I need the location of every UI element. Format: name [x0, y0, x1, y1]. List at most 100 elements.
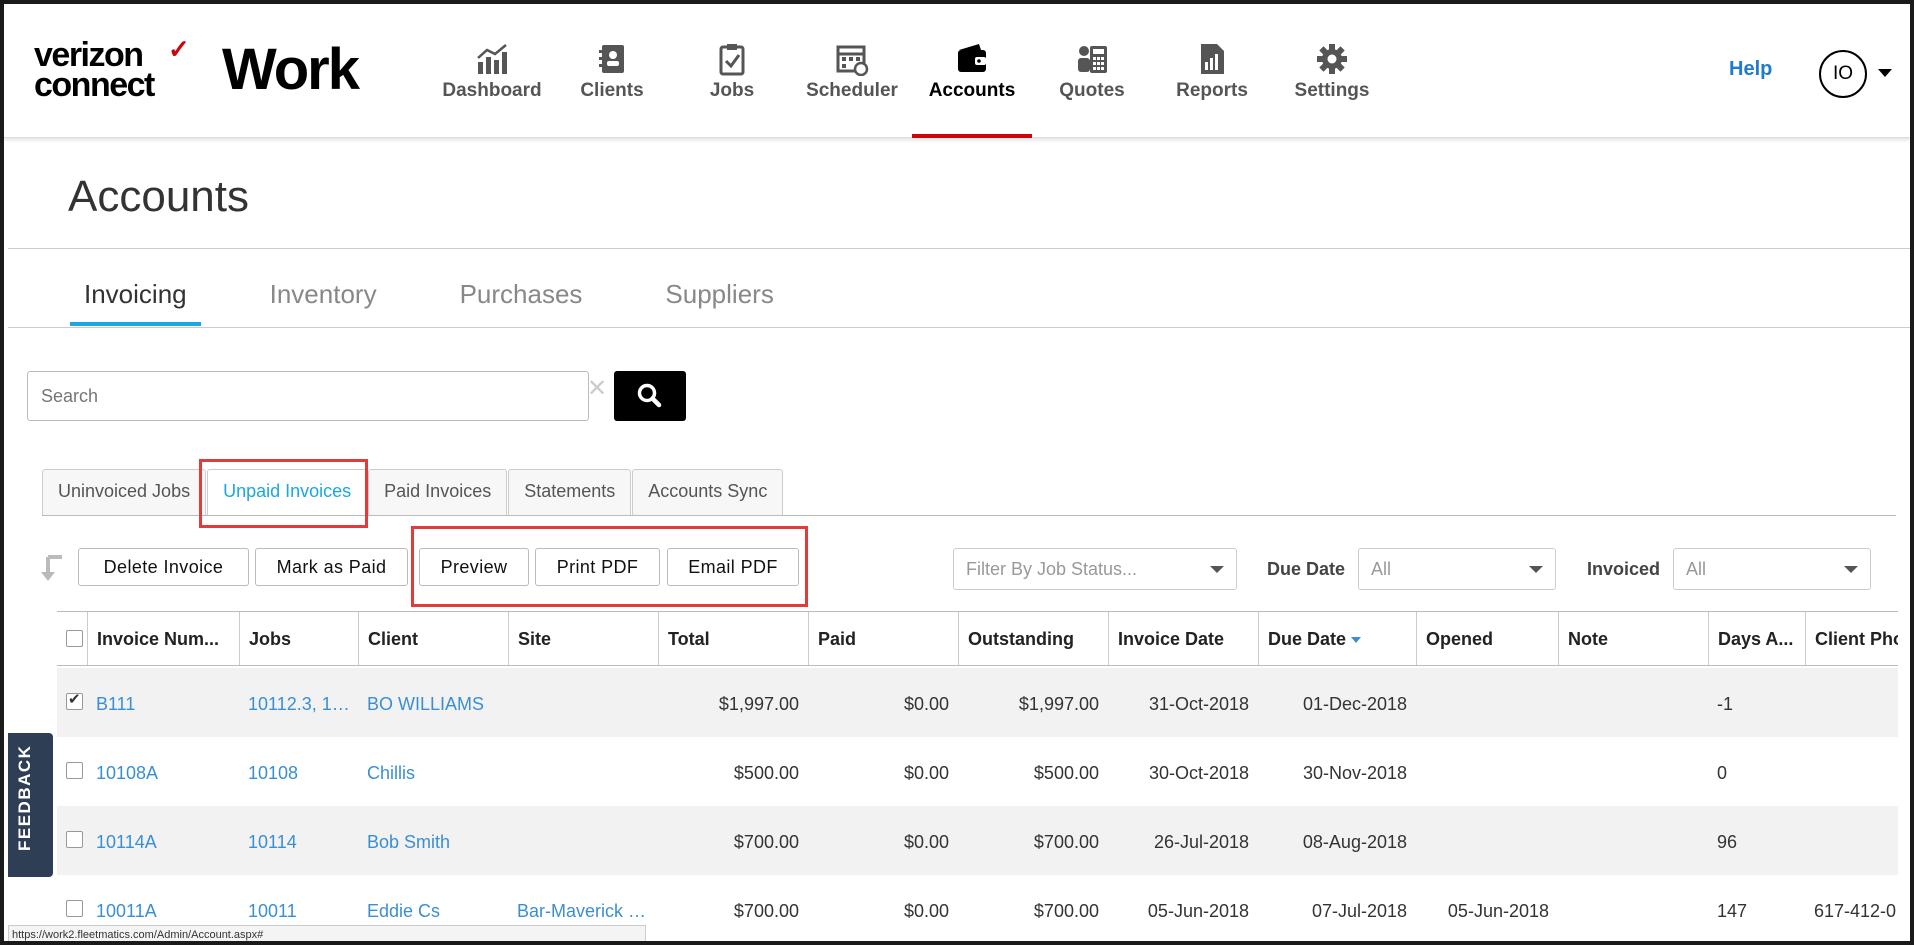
- preview-button[interactable]: Preview: [419, 548, 529, 586]
- invoice-date-cell: 31-Oct-2018: [1148, 694, 1249, 714]
- opened-cell: [1416, 668, 1558, 737]
- tab-paid-invoices[interactable]: Paid Invoices: [368, 469, 508, 515]
- feedback-tab[interactable]: FEEDBACK: [8, 733, 53, 877]
- col-invoice-date[interactable]: Invoice Date: [1108, 612, 1258, 665]
- search-input[interactable]: [27, 371, 589, 421]
- tab-accounts-sync[interactable]: Accounts Sync: [632, 469, 784, 515]
- top-navigation-bar: verizon connect ✓ Work Dashboard Clients: [4, 4, 1910, 138]
- due-date-filter-label: Due Date: [1267, 559, 1346, 579]
- nav-dashboard[interactable]: Dashboard: [432, 4, 552, 138]
- paid-cell: $0.00: [903, 832, 949, 852]
- search-button[interactable]: [614, 371, 686, 421]
- delete-invoice-button[interactable]: Delete Invoice: [78, 548, 249, 586]
- email-pdf-button[interactable]: Email PDF: [667, 548, 799, 586]
- scheduler-icon: [836, 45, 869, 76]
- invoiced-filter[interactable]: All: [1673, 548, 1871, 590]
- nav-quotes[interactable]: Quotes: [1032, 4, 1152, 138]
- table-row[interactable]: B111 10112.3, 1… BO WILLIAMS $1,997.00 $…: [57, 668, 1898, 737]
- due-date-cell: 08-Aug-2018: [1302, 832, 1407, 852]
- chevron-down-icon: [1844, 566, 1858, 573]
- client-phone-cell: [1805, 668, 1898, 737]
- subtab-invoicing[interactable]: Invoicing: [70, 276, 201, 326]
- opened-cell: [1416, 737, 1558, 806]
- row-checkbox[interactable]: [66, 900, 83, 917]
- table-row[interactable]: 10114A 10114 Bob Smith $700.00 $0.00 $70…: [57, 806, 1898, 875]
- total-cell: $500.00: [733, 763, 799, 783]
- reports-icon: [1201, 44, 1224, 74]
- nav-jobs[interactable]: Jobs: [672, 4, 792, 138]
- col-due-date[interactable]: Due Date: [1258, 612, 1416, 665]
- col-jobs[interactable]: Jobs: [239, 612, 359, 665]
- col-site[interactable]: Site: [508, 612, 658, 665]
- col-client[interactable]: Client: [358, 612, 508, 665]
- jobs-link[interactable]: 10114: [239, 806, 359, 875]
- col-client-phone[interactable]: Client Pho: [1805, 612, 1898, 665]
- opened-cell: 05-Jun-2018: [1447, 901, 1549, 921]
- dashboard-icon: [477, 44, 507, 74]
- due-date-filter[interactable]: All: [1358, 548, 1556, 590]
- table-row[interactable]: 10108A 10108 Chillis $500.00 $0.00 $500.…: [57, 737, 1898, 806]
- print-pdf-button[interactable]: Print PDF: [535, 548, 660, 586]
- invoice-date-cell: 05-Jun-2018: [1147, 901, 1249, 921]
- col-opened[interactable]: Opened: [1416, 612, 1558, 665]
- wallet-icon: [958, 44, 986, 72]
- nav-accounts[interactable]: Accounts: [912, 4, 1032, 138]
- jobs-icon: [719, 44, 745, 76]
- nav-scheduler[interactable]: Scheduler: [792, 4, 912, 138]
- site-link[interactable]: [508, 806, 658, 875]
- col-paid[interactable]: Paid: [808, 612, 958, 665]
- opened-cell: [1416, 806, 1558, 875]
- col-note[interactable]: Note: [1558, 612, 1708, 665]
- invoice-number-link[interactable]: B111: [87, 668, 237, 737]
- col-outstanding[interactable]: Outstanding: [958, 612, 1108, 665]
- row-checkbox[interactable]: [66, 831, 83, 848]
- highlight-unpaid-invoices: [199, 459, 368, 528]
- verizon-connect-logo[interactable]: verizon connect ✓: [34, 34, 190, 102]
- row-checkbox[interactable]: [66, 762, 83, 779]
- jobs-link[interactable]: 10112.3, 1…: [239, 668, 359, 737]
- subtab-suppliers[interactable]: Suppliers: [651, 276, 787, 326]
- client-link[interactable]: Chillis: [358, 737, 508, 806]
- invoice-number-link[interactable]: 10114A: [87, 806, 237, 875]
- invoice-number-link[interactable]: 10108A: [87, 737, 237, 806]
- help-link[interactable]: Help: [1729, 58, 1772, 81]
- due-date-cell: 30-Nov-2018: [1302, 763, 1407, 783]
- tab-statements[interactable]: Statements: [508, 469, 632, 515]
- row-checkbox[interactable]: [66, 690, 83, 710]
- client-link[interactable]: BO WILLIAMS: [358, 668, 508, 737]
- nav-settings[interactable]: Settings: [1272, 4, 1392, 138]
- note-cell: [1558, 668, 1708, 737]
- client-phone-cell: [1805, 737, 1898, 806]
- subtab-purchases[interactable]: Purchases: [446, 276, 597, 326]
- sort-desc-icon: [1351, 637, 1362, 644]
- nav-clients[interactable]: Clients: [552, 4, 672, 138]
- total-cell: $1,997.00: [718, 694, 799, 714]
- days-cell: -1: [1717, 694, 1734, 714]
- select-all-checkbox[interactable]: [66, 630, 83, 647]
- app-frame: verizon connect ✓ Work Dashboard Clients: [0, 0, 1914, 945]
- outstanding-cell: $700.00: [1033, 901, 1099, 921]
- site-link[interactable]: [508, 737, 658, 806]
- client-phone-cell: 617-412-0: [1814, 901, 1897, 921]
- nav-reports[interactable]: Reports: [1152, 4, 1272, 138]
- total-cell: $700.00: [733, 901, 799, 921]
- col-days[interactable]: Days A...: [1708, 612, 1805, 665]
- jobs-link[interactable]: 10108: [239, 737, 359, 806]
- note-cell: [1558, 875, 1708, 941]
- feedback-label: FEEDBACK: [15, 744, 34, 851]
- accounts-subtabs: Invoicing Inventory Purchases Suppliers: [70, 276, 843, 326]
- avatar[interactable]: IO: [1819, 50, 1867, 98]
- divider: [8, 248, 1910, 249]
- subtab-inventory[interactable]: Inventory: [256, 276, 391, 326]
- divider: [8, 327, 1910, 328]
- col-total[interactable]: Total: [658, 612, 808, 665]
- job-status-filter[interactable]: Filter By Job Status...: [953, 548, 1237, 590]
- work-logo: Work: [222, 37, 360, 102]
- client-link[interactable]: Bob Smith: [358, 806, 508, 875]
- site-link[interactable]: [508, 668, 658, 737]
- chevron-down-icon[interactable]: [1878, 69, 1892, 77]
- due-date-cell: 07-Jul-2018: [1311, 901, 1407, 921]
- clear-icon[interactable]: ✕: [587, 374, 607, 403]
- tab-uninvoiced-jobs[interactable]: Uninvoiced Jobs: [42, 469, 207, 515]
- mark-as-paid-button[interactable]: Mark as Paid: [255, 548, 408, 586]
